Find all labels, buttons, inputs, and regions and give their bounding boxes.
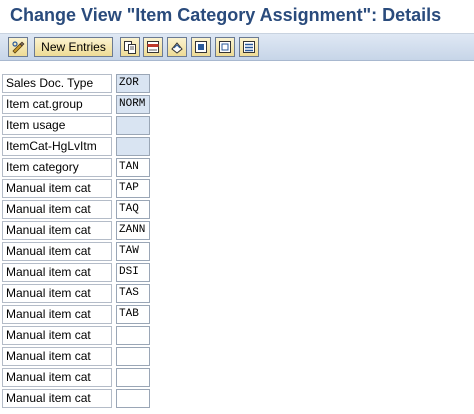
select-block-icon (242, 40, 256, 54)
display-change-button[interactable] (8, 37, 28, 57)
form-row-manual-item-cat: Manual item cat TAP (2, 179, 152, 200)
form-row-item-cat-group: Item cat.group NORM (2, 95, 152, 116)
form-row-sales-doc-type: Sales Doc. Type ZOR (2, 74, 152, 95)
copy-button[interactable] (120, 37, 140, 57)
manual-item-cat-field[interactable] (116, 389, 150, 408)
field-label: Item category (2, 158, 112, 177)
field-label: Manual item cat (2, 221, 112, 240)
manual-item-cat-field[interactable]: ZANN (116, 221, 150, 240)
field-label: Item cat.group (2, 95, 112, 114)
delete-button[interactable] (143, 37, 163, 57)
field-label: Manual item cat (2, 305, 112, 324)
field-label: Manual item cat (2, 179, 112, 198)
field-label: Manual item cat (2, 284, 112, 303)
item-cat-group-field: NORM (116, 95, 150, 114)
manual-item-cat-field[interactable] (116, 347, 150, 366)
field-label: Item usage (2, 116, 112, 135)
page-title: Change View "Item Category Assignment": … (10, 5, 442, 25)
field-label: Manual item cat (2, 368, 112, 387)
select-block-button[interactable] (239, 37, 259, 57)
form-row-manual-item-cat: Manual item cat (2, 347, 152, 368)
form-row-manual-item-cat: Manual item cat (2, 368, 152, 389)
undo-icon (170, 40, 184, 54)
form-row-manual-item-cat: Manual item cat DSI (2, 263, 152, 284)
field-label: Manual item cat (2, 347, 112, 366)
sales-doc-type-field: ZOR (116, 74, 150, 93)
manual-item-cat-field[interactable]: TAW (116, 242, 150, 261)
form-row-item-usage: Item usage (2, 116, 152, 137)
undo-button[interactable] (167, 37, 187, 57)
manual-item-cat-field[interactable]: TAS (116, 284, 150, 303)
form-row-manual-item-cat: Manual item cat TAQ (2, 200, 152, 221)
field-label: Manual item cat (2, 200, 112, 219)
application-toolbar: New Entries (0, 34, 474, 61)
new-entries-button[interactable]: New Entries (34, 37, 113, 57)
deselect-all-button[interactable] (215, 37, 235, 57)
field-label: Manual item cat (2, 242, 112, 261)
select-all-button[interactable] (191, 37, 211, 57)
select-all-icon (194, 40, 208, 54)
manual-item-cat-field[interactable]: DSI (116, 263, 150, 282)
form-row-item-category: Item category TAN (2, 158, 152, 179)
manual-item-cat-field[interactable]: TAP (116, 179, 150, 198)
field-label: Sales Doc. Type (2, 74, 112, 93)
field-label: Manual item cat (2, 263, 112, 282)
new-entries-label: New Entries (41, 40, 106, 54)
form-row-itemcat-hglvitm: ItemCat-HgLvItm (2, 137, 152, 158)
delete-icon (146, 40, 160, 54)
display-change-icon (11, 40, 25, 54)
manual-item-cat-field[interactable]: TAB (116, 305, 150, 324)
field-label: Manual item cat (2, 326, 112, 345)
form-row-manual-item-cat: Manual item cat (2, 326, 152, 347)
field-label: Manual item cat (2, 389, 112, 408)
manual-item-cat-field[interactable] (116, 326, 150, 345)
form-row-manual-item-cat: Manual item cat TAB (2, 305, 152, 326)
form-row-manual-item-cat: Manual item cat ZANN (2, 221, 152, 242)
item-usage-field (116, 116, 150, 135)
form-row-manual-item-cat: Manual item cat (2, 389, 152, 410)
form-row-manual-item-cat: Manual item cat TAS (2, 284, 152, 305)
title-bar: Change View "Item Category Assignment": … (0, 0, 474, 34)
itemcat-hglvitm-field (116, 137, 150, 156)
deselect-all-icon (218, 40, 232, 54)
form-row-manual-item-cat: Manual item cat TAW (2, 242, 152, 263)
field-label: ItemCat-HgLvItm (2, 137, 112, 156)
copy-icon (123, 40, 137, 54)
item-category-field[interactable]: TAN (116, 158, 150, 177)
manual-item-cat-field[interactable]: TAQ (116, 200, 150, 219)
manual-item-cat-field[interactable] (116, 368, 150, 387)
